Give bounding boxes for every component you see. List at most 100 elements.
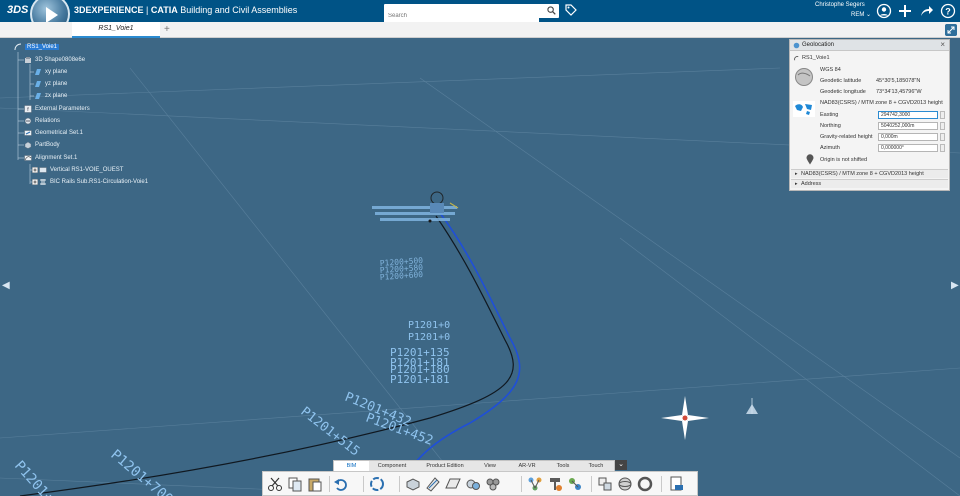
gravity-height-stepper[interactable] <box>940 133 945 141</box>
tree-item-partbody[interactable]: PartBody <box>24 141 60 149</box>
station-label: P1201+700 <box>107 447 175 496</box>
tree-label: zx plane <box>45 93 68 99</box>
export-icon[interactable] <box>669 476 685 492</box>
close-icon[interactable]: × <box>940 40 945 49</box>
right-arrow-icon[interactable]: ▶ <box>951 280 959 291</box>
select-multiple-icon[interactable] <box>597 476 613 492</box>
gravity-height-field[interactable]: 0,000m <box>878 133 938 141</box>
tab-component[interactable]: Component <box>369 461 415 471</box>
world-map-icon <box>793 101 815 117</box>
easting-stepper[interactable] <box>940 111 945 119</box>
geo-object: RS1_Voie1 <box>802 55 830 61</box>
azimuth-stepper[interactable] <box>940 144 945 152</box>
northing-label: Northing <box>820 123 841 129</box>
address-section[interactable]: ▸ Address <box>791 179 948 188</box>
toolbar-separator <box>521 476 522 492</box>
rails-icon <box>40 179 46 185</box>
expand-plus-icon[interactable] <box>32 167 38 173</box>
tree-item-external-parameters[interactable]: f External Parameters <box>24 105 90 113</box>
tab-view[interactable]: View <box>475 461 505 471</box>
sphere-icon[interactable] <box>617 476 633 492</box>
tab-ar-vr[interactable]: AR-VR <box>505 461 549 471</box>
geometrical-set-icon <box>24 130 32 136</box>
station-label: P1201+181 <box>390 373 450 386</box>
copy-icon[interactable] <box>287 476 303 492</box>
expand-plus-icon[interactable] <box>32 179 38 185</box>
help-icon[interactable]: ? <box>940 3 956 19</box>
collapse-actionbar-icon[interactable]: ⌄ <box>615 460 627 470</box>
vertical-alignment-icon <box>39 167 47 173</box>
assembly-icon[interactable] <box>465 476 481 492</box>
tree-item-xy-plane[interactable]: xy plane <box>34 68 67 76</box>
user-role[interactable]: REM ⌄ <box>851 11 871 18</box>
toolbar-separator <box>329 476 330 492</box>
paste-icon[interactable] <box>307 476 323 492</box>
engineering-icon[interactable] <box>547 476 563 492</box>
expand-icon[interactable] <box>945 24 957 36</box>
tree-item-yz-plane[interactable]: yz plane <box>34 80 67 88</box>
torus-icon[interactable] <box>637 476 653 492</box>
tree-item-bic-rails[interactable]: BIC Rails Sub.RS1-Circulation-Voie1 <box>32 178 148 186</box>
tree-item-relations[interactable]: Relations <box>24 117 60 125</box>
tab-bim[interactable]: BIM <box>334 461 369 471</box>
network-icon[interactable] <box>527 476 543 492</box>
tree-item-3d-shape[interactable]: 3D Shape0808e6e <box>24 56 85 64</box>
tree-item-alignment-set[interactable]: Alignment Set.1 <box>24 154 77 162</box>
origin-status: Origin is not shifted <box>820 157 868 163</box>
tab-tools[interactable]: Tools <box>549 461 577 471</box>
toolbar-separator <box>363 476 364 492</box>
tag-icon[interactable] <box>565 4 577 16</box>
connect-icon[interactable] <box>567 476 583 492</box>
plane-icon <box>35 81 41 87</box>
left-arrow-icon[interactable]: ◀ <box>2 280 10 291</box>
part-icon[interactable] <box>405 476 421 492</box>
view-axis-icon <box>746 398 758 414</box>
azimuth-field[interactable]: 0,000000° <box>878 144 938 152</box>
easting-field[interactable]: 294742,3000 <box>878 111 938 119</box>
tab-bar: RS1_Voie1 + <box>0 22 960 38</box>
latitude-value: 45°30'5,185078"N <box>876 78 921 84</box>
search-box <box>384 4 559 23</box>
northing-field[interactable]: 5040252,000m <box>878 122 938 130</box>
sketch-icon[interactable] <box>425 476 441 492</box>
link-icon <box>794 56 799 61</box>
chevron-right-icon: ▸ <box>795 171 798 177</box>
northing-stepper[interactable] <box>940 122 945 130</box>
brand-logo[interactable]: 3DS <box>7 4 28 16</box>
parameters-icon: f <box>24 105 32 113</box>
station-label: P1201+ <box>11 458 57 496</box>
add-icon[interactable] <box>897 3 913 19</box>
undo-icon[interactable] <box>333 476 349 492</box>
tab-touch[interactable]: Touch <box>577 461 615 471</box>
alignment-set-icon <box>24 155 32 161</box>
user-name[interactable]: Christophe Segers <box>815 2 865 8</box>
tab-rs1-voie1[interactable]: RS1_Voie1 <box>72 22 160 38</box>
chevron-right-icon: ▸ <box>795 181 798 187</box>
update-icon[interactable] <box>369 476 385 492</box>
search-icon[interactable] <box>547 6 556 15</box>
station-label: P1201+515 <box>298 404 363 459</box>
tab-product-edition[interactable]: Product Edition <box>415 461 475 471</box>
search-input[interactable] <box>384 9 539 23</box>
tree-item-vertical[interactable]: Vertical RS1-VOIE_OUEST <box>32 166 123 174</box>
compass-rose-icon <box>661 396 709 440</box>
share-icon[interactable] <box>918 3 934 19</box>
section-label: NAD83(CSRS) / MTM zone 8 + CGVD2013 heig… <box>801 171 924 177</box>
station-cluster <box>372 191 459 221</box>
longitude-value: 73°34'13,45796"W <box>876 89 922 95</box>
tree-label: yz plane <box>45 81 68 87</box>
group-icon[interactable] <box>485 476 501 492</box>
add-tab-button[interactable]: + <box>164 24 170 35</box>
tree-item-geometrical-set[interactable]: Geometrical Set.1 <box>24 129 83 137</box>
avatar-icon[interactable] <box>876 3 892 19</box>
top-bar: 3DS 3DEXPERIENCE | CATIA Building and Ci… <box>0 0 960 34</box>
plane-icon <box>35 69 41 75</box>
tree-root[interactable]: RS1_Voie1 <box>14 43 60 51</box>
cut-icon[interactable] <box>267 476 283 492</box>
latitude-label: Geodetic latitude <box>820 78 862 84</box>
gravity-height-label: Gravity-related height <box>820 134 873 140</box>
crs-section[interactable]: ▸ NAD83(CSRS) / MTM zone 8 + CGVD2013 hei… <box>791 169 948 178</box>
plane-tool-icon[interactable] <box>445 476 461 492</box>
tree-label: 3D Shape0808e6e <box>35 57 86 63</box>
tree-item-zx-plane[interactable]: zx plane <box>34 92 67 100</box>
